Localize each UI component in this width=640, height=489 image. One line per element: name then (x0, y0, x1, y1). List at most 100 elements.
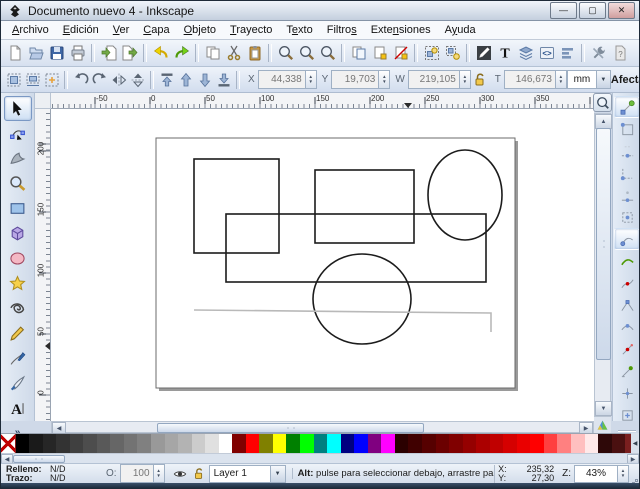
palette-scrollbar[interactable]: ◀ ▶ (1, 453, 639, 463)
snap-rotation-centers-button[interactable] (614, 382, 640, 404)
units-dropdown-icon[interactable]: ▼ (597, 70, 611, 89)
enable-snapping-button[interactable] (614, 96, 640, 118)
x-field[interactable]: 44,338 (258, 70, 306, 89)
color-swatch-a6a6a6[interactable] (165, 434, 179, 453)
fill-stroke-indicator[interactable]: Relleno: N/D Trazo: N/D (1, 465, 101, 483)
color-swatch-ff0000[interactable] (530, 434, 544, 453)
zoom-selection-button[interactable] (275, 42, 296, 64)
palette-scroll-thumb[interactable] (13, 455, 65, 463)
snap-bbox-button[interactable] (614, 118, 640, 140)
color-swatch-808080[interactable] (137, 434, 151, 453)
tweak-button[interactable] (4, 146, 32, 171)
minimize-button[interactable]: — (550, 2, 577, 19)
color-swatch-800000[interactable] (232, 434, 246, 453)
snap-bbox-midpoints-button[interactable] (614, 184, 640, 206)
open-document-button[interactable] (25, 42, 46, 64)
pencil-tool-button[interactable] (4, 321, 32, 346)
horizontal-scroll-thumb[interactable] (157, 423, 424, 433)
color-swatch-666666[interactable] (110, 434, 124, 453)
new-document-button[interactable] (4, 42, 25, 64)
bezier-pen-tool-button[interactable] (4, 346, 32, 371)
menu-ver[interactable]: Ver (106, 22, 137, 38)
layer-lock-icon[interactable] (191, 466, 208, 482)
snap-line-midpoints-button[interactable] (614, 338, 640, 360)
xml-editor-button[interactable]: <> (536, 42, 557, 64)
height-spinner[interactable]: ▲▼ (556, 70, 567, 89)
raise-to-top-button[interactable] (157, 69, 176, 91)
zoom-drawing-button[interactable] (296, 42, 317, 64)
menu-texto[interactable]: Texto (279, 22, 319, 38)
color-swatch-b3b3b3[interactable] (178, 434, 192, 453)
snap-smooth-nodes-button[interactable] (614, 316, 640, 338)
color-swatch-2e0808[interactable] (598, 434, 612, 453)
width-spinner[interactable]: ▲▼ (460, 70, 471, 89)
undo-button[interactable] (150, 42, 171, 64)
x-spinner[interactable]: ▲▼ (306, 70, 317, 89)
ellipse-tool-button[interactable] (4, 246, 32, 271)
color-swatch-ea0000[interactable] (517, 434, 531, 453)
color-swatch-4d4d4d[interactable] (83, 434, 97, 453)
color-swatch-333333[interactable] (56, 434, 70, 453)
color-swatch-ab0000[interactable] (476, 434, 490, 453)
deselect-button[interactable] (42, 69, 61, 91)
color-swatch-000080[interactable] (341, 434, 355, 453)
sticky-zoom-button[interactable] (593, 93, 612, 112)
3d-box-tool-button[interactable] (4, 221, 32, 246)
color-swatch-ffffff[interactable] (219, 434, 233, 453)
color-swatch-c00000[interactable] (490, 434, 504, 453)
star-tool-button[interactable] (4, 271, 32, 296)
vertical-scroll-thumb[interactable] (596, 128, 611, 360)
vertical-ruler[interactable]: 200150100500 (35, 109, 51, 421)
snap-intersections-button[interactable] (614, 272, 640, 294)
color-swatch-d50000[interactable] (503, 434, 517, 453)
color-swatch-ffbfbf[interactable] (571, 434, 585, 453)
color-swatch-00ff00[interactable] (300, 434, 314, 453)
selector-button[interactable] (4, 96, 32, 121)
color-management-button[interactable] (594, 417, 611, 433)
copy-button[interactable] (202, 42, 223, 64)
close-button[interactable]: ✕ (608, 2, 635, 19)
opacity-spinner[interactable]: ▲▼ (154, 464, 165, 483)
color-swatch-808000[interactable] (259, 434, 273, 453)
menu-ayuda[interactable]: Ayuda (438, 22, 483, 38)
vertical-scrollbar[interactable]: ▲ ▼ (594, 113, 611, 417)
menu-extensiones[interactable]: Extensiones (364, 22, 438, 38)
color-swatch-e0e0e0[interactable] (205, 434, 219, 453)
color-swatch-800000[interactable] (449, 434, 463, 453)
scroll-up-icon[interactable]: ▲ (595, 114, 612, 129)
text-tool-button[interactable]: A (4, 396, 32, 421)
preferences-button[interactable] (588, 42, 609, 64)
color-swatch-008000[interactable] (286, 434, 300, 453)
horizontal-ruler[interactable]: -50050100150200250300350 (51, 93, 594, 109)
fill-stroke-dialog-button[interactable] (473, 42, 494, 64)
color-swatch-595959[interactable] (97, 434, 111, 453)
unlink-clone-button[interactable] (390, 42, 411, 64)
canvas[interactable] (51, 109, 594, 421)
zoom-spinner[interactable]: ▲▼ (618, 465, 629, 483)
color-swatch-950000[interactable] (463, 434, 477, 453)
menu-capa[interactable]: Capa (136, 22, 176, 38)
print-document-button[interactable] (67, 42, 88, 64)
snap-page-border-button[interactable] (614, 404, 640, 426)
spiral-tool-button[interactable] (4, 296, 32, 321)
maximize-button[interactable]: ▢ (579, 2, 606, 19)
flip-vertical-button[interactable] (128, 69, 147, 91)
group-objects-button[interactable] (421, 42, 442, 64)
width-field[interactable]: 219,105 (408, 70, 460, 89)
export-document-button[interactable] (119, 42, 140, 64)
color-swatch-404040[interactable] (70, 434, 84, 453)
rectangle-tool-button[interactable] (4, 196, 32, 221)
palette-overflow-icon[interactable]: ◀ (631, 433, 639, 453)
duplicate-button[interactable] (348, 42, 369, 64)
layer-dropdown-icon[interactable]: ▼ (271, 465, 286, 483)
color-swatch-0000ff[interactable] (354, 434, 368, 453)
menu-edición[interactable]: Edición (56, 22, 106, 38)
snap-cusp-nodes-button[interactable] (614, 294, 640, 316)
color-swatch-262626[interactable] (43, 434, 57, 453)
import-document-button[interactable] (98, 42, 119, 64)
flip-horizontal-button[interactable] (109, 69, 128, 91)
scroll-down-icon[interactable]: ▼ (595, 401, 612, 416)
clone-button[interactable] (369, 42, 390, 64)
snap-bbox-edges-button[interactable] (614, 140, 640, 162)
color-swatch-ff8080[interactable] (557, 434, 571, 453)
